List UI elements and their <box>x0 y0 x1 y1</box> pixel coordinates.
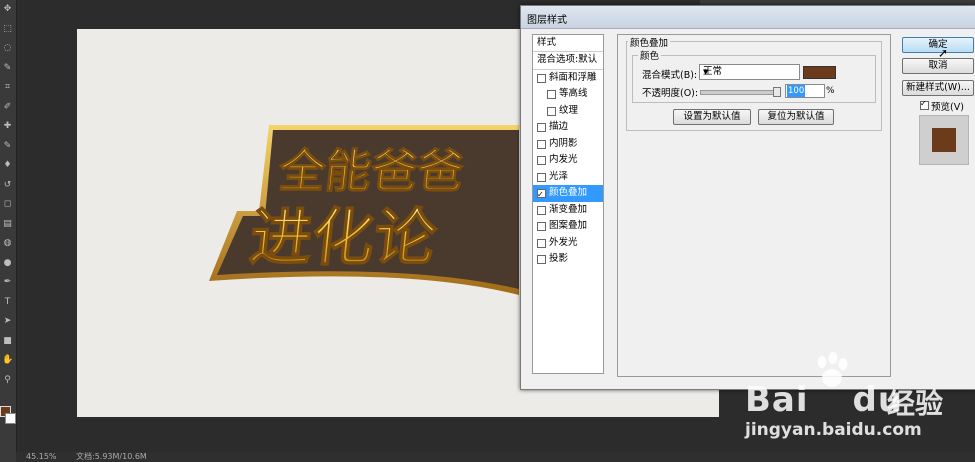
style-item-checkbox[interactable] <box>537 123 546 132</box>
style-item-label: 光泽 <box>549 170 569 182</box>
style-item-checkbox[interactable] <box>547 90 556 99</box>
style-item-label: 颜色叠加 <box>549 187 588 198</box>
marquee-icon[interactable]: ⬚ <box>2 24 13 35</box>
opacity-value: 100 <box>787 85 806 97</box>
baidu-jingyan-watermark: Bai du 经验 jingyan.baidu.com <box>745 352 975 442</box>
background-color-swatch[interactable] <box>5 413 16 424</box>
blend-mode-label: 混合模式(B): <box>642 70 698 81</box>
styles-header[interactable]: 样式 <box>533 35 603 52</box>
style-item[interactable]: 光泽 <box>533 169 603 186</box>
dialog-titlebar[interactable]: 图层样式 <box>521 6 975 29</box>
opacity-input[interactable]: 100 <box>785 84 825 98</box>
style-item[interactable]: 外发光 <box>533 235 603 252</box>
style-item-label: 内发光 <box>549 154 578 165</box>
style-item-label: 描边 <box>549 121 569 132</box>
history-brush-icon[interactable]: ↺ <box>2 180 13 191</box>
lasso-icon[interactable]: ◌ <box>2 43 13 54</box>
watermark-url: jingyan.baidu.com <box>745 420 922 440</box>
style-item[interactable]: 纹理 <box>533 103 603 120</box>
eyedropper-icon[interactable]: ✐ <box>2 102 13 113</box>
stamp-icon[interactable]: ♦ <box>2 160 13 171</box>
reset-default-button[interactable]: 复位为默认值 <box>758 109 834 125</box>
layer-style-dialog: 图层样式 样式 混合选项:默认 斜面和浮雕等高线纹理描边内阴影内发光光泽颜色叠加… <box>520 5 975 390</box>
crop-icon[interactable]: ⌗ <box>2 82 13 93</box>
preview-check-icon[interactable] <box>920 99 929 110</box>
tools-panel: ✥ ⬚ ◌ ✎ ⌗ ✐ ✚ ✎ ♦ ↺ ◻ ▤ ◍ ● ✒ T ➤ ■ ✋ ⚲ <box>0 0 17 462</box>
style-item[interactable]: 内发光 <box>533 152 603 169</box>
opacity-label: 不透明度(O): <box>642 88 699 99</box>
style-item[interactable]: 渐变叠加 <box>533 202 603 219</box>
style-item[interactable]: 颜色叠加 <box>533 185 603 202</box>
new-style-button[interactable]: 新建样式(W)... <box>902 80 974 96</box>
chevron-down-icon: ▼ <box>703 68 709 76</box>
eraser-icon[interactable]: ◻ <box>2 199 13 210</box>
logo-line-1: 全能爸爸 <box>275 144 466 198</box>
quick-select-icon[interactable]: ✎ <box>2 63 13 74</box>
move-icon[interactable]: ✥ <box>2 4 13 15</box>
style-item[interactable]: 内阴影 <box>533 136 603 153</box>
style-item-checkbox[interactable] <box>537 187 546 202</box>
preview-label: 预览(V) <box>931 102 964 113</box>
blur-icon[interactable]: ◍ <box>2 238 13 249</box>
style-item-label: 斜面和浮雕 <box>549 71 597 83</box>
shape-icon[interactable]: ■ <box>2 336 13 347</box>
style-item-checkbox[interactable] <box>537 172 546 182</box>
style-item-checkbox[interactable] <box>537 73 546 83</box>
style-item-label: 图案叠加 <box>549 220 588 231</box>
dialog-title: 图层样式 <box>527 15 567 26</box>
status-bar: 45.15% 文档:5.93M/10.6M <box>16 452 975 462</box>
style-item-checkbox[interactable] <box>537 255 546 264</box>
style-item-label: 内阴影 <box>549 137 578 149</box>
style-item-checkbox[interactable] <box>537 222 546 231</box>
style-item-label: 渐变叠加 <box>549 203 588 215</box>
style-preview <box>919 115 969 165</box>
color-group-title: 颜色 <box>638 48 662 62</box>
healing-icon[interactable]: ✚ <box>2 121 13 132</box>
style-item-label: 等高线 <box>559 88 588 99</box>
style-item-checkbox[interactable] <box>537 156 546 165</box>
section-title: 颜色叠加 <box>628 35 671 49</box>
cancel-button[interactable]: 取消 <box>902 58 974 74</box>
opacity-slider[interactable] <box>700 90 778 95</box>
gradient-icon[interactable]: ▤ <box>2 219 13 230</box>
style-item-checkbox[interactable] <box>537 139 546 149</box>
make-default-button[interactable]: 设置为默认值 <box>673 109 751 125</box>
pen-icon[interactable]: ✒ <box>2 277 13 288</box>
style-item[interactable]: 投影 <box>533 251 603 268</box>
style-item-label: 投影 <box>549 253 569 264</box>
opacity-slider-thumb[interactable] <box>773 87 781 97</box>
style-item[interactable]: 图案叠加 <box>533 218 603 235</box>
style-item-checkbox[interactable] <box>547 106 556 116</box>
styles-list: 样式 混合选项:默认 斜面和浮雕等高线纹理描边内阴影内发光光泽颜色叠加渐变叠加图… <box>532 34 604 374</box>
overlay-color-swatch[interactable] <box>803 66 836 79</box>
style-item-label: 外发光 <box>549 236 578 248</box>
style-item-checkbox[interactable] <box>537 238 546 248</box>
style-item[interactable]: 描边 <box>533 119 603 136</box>
zoom-icon[interactable]: ⚲ <box>2 375 13 386</box>
blend-mode-select[interactable]: 正常 ▼ <box>699 64 800 80</box>
zoom-readout[interactable]: 45.15% <box>26 452 57 462</box>
type-icon[interactable]: T <box>2 297 13 308</box>
path-select-icon[interactable]: ➤ <box>2 316 13 327</box>
blend-options-item[interactable]: 混合选项:默认 <box>533 52 603 70</box>
style-item[interactable]: 等高线 <box>533 86 603 103</box>
watermark-brand-cn: 经验 <box>887 387 944 420</box>
document-size: 文档:5.93M/10.6M <box>76 452 147 461</box>
mouse-cursor-icon: ➚ <box>938 46 949 60</box>
hand-icon[interactable]: ✋ <box>2 355 13 366</box>
watermark-brand: Bai du <box>745 380 904 420</box>
logo-line-2: 进化论 <box>247 201 441 274</box>
opacity-unit: % <box>826 86 835 96</box>
dodge-icon[interactable]: ● <box>2 258 13 269</box>
preview-swatch <box>932 128 956 152</box>
brush-icon[interactable]: ✎ <box>2 141 13 152</box>
style-item[interactable]: 斜面和浮雕 <box>533 70 603 87</box>
style-item-checkbox[interactable] <box>537 205 546 215</box>
logo-artwork: 全能爸爸 进化论 <box>209 125 519 295</box>
style-item-label: 纹理 <box>559 104 579 116</box>
